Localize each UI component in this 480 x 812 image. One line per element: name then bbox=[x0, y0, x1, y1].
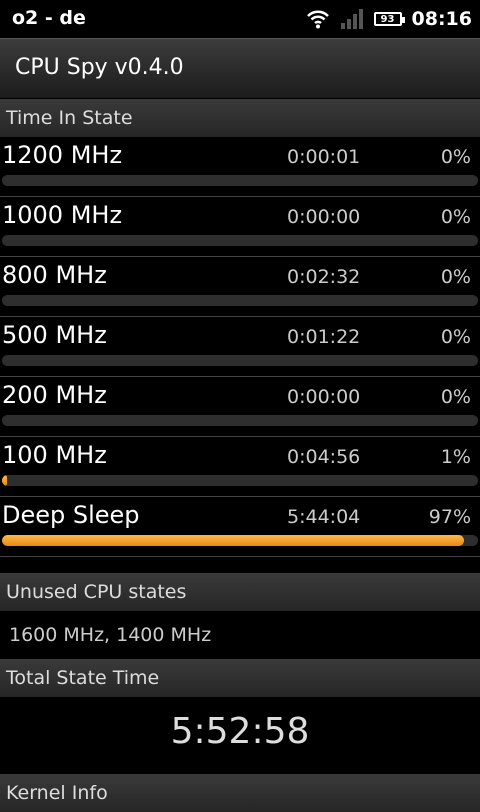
state-frequency: 200 MHz bbox=[2, 381, 107, 409]
unused-states-header: Unused CPU states bbox=[0, 573, 480, 611]
state-time: 0:02:32 bbox=[287, 266, 361, 288]
unused-states-title: Unused CPU states bbox=[6, 581, 187, 603]
state-row: 100 MHz 0:04:56 1% bbox=[0, 437, 480, 497]
carrier-name: o2 - de bbox=[12, 7, 86, 29]
state-frequency: Deep Sleep bbox=[2, 501, 140, 529]
state-progress-fill bbox=[2, 535, 464, 546]
unused-states-list: 1600 MHz, 1400 MHz bbox=[9, 624, 212, 646]
state-percent: 0% bbox=[440, 206, 471, 228]
state-progress-bar bbox=[2, 475, 478, 486]
state-time: 0:04:56 bbox=[287, 446, 361, 468]
state-time: 0:00:00 bbox=[287, 386, 361, 408]
state-frequency: 1200 MHz bbox=[2, 141, 123, 169]
state-progress-bar bbox=[2, 415, 478, 426]
state-time: 0:00:00 bbox=[287, 206, 361, 228]
state-progress-bar bbox=[2, 295, 478, 306]
total-time-header: Total State Time bbox=[0, 659, 480, 697]
wifi-icon bbox=[306, 10, 329, 29]
time-in-state-title: Time In State bbox=[6, 107, 133, 129]
app-title: CPU Spy v0.4.0 bbox=[15, 55, 184, 80]
state-row: 500 MHz 0:01:22 0% bbox=[0, 317, 480, 377]
state-percent: 0% bbox=[440, 326, 471, 348]
kernel-info-header: Kernel Info bbox=[0, 774, 480, 812]
status-bar: o2 - de 93 08:16 bbox=[0, 0, 480, 38]
clock: 08:16 bbox=[411, 8, 472, 30]
state-progress-bar bbox=[2, 535, 478, 546]
state-percent: 0% bbox=[440, 266, 471, 288]
state-row: Deep Sleep 5:44:04 97% bbox=[0, 497, 480, 557]
state-frequency: 500 MHz bbox=[2, 321, 107, 349]
status-icons: 93 08:16 bbox=[306, 6, 472, 32]
state-time: 0:00:01 bbox=[287, 146, 361, 168]
total-time-value: 5:52:58 bbox=[170, 711, 310, 752]
state-frequency: 800 MHz bbox=[2, 261, 107, 289]
state-percent: 0% bbox=[440, 386, 471, 408]
state-percent: 97% bbox=[428, 506, 471, 528]
state-time: 0:01:22 bbox=[287, 326, 361, 348]
state-progress-bar bbox=[2, 175, 478, 186]
states-list: 1200 MHz 0:00:01 0% 1000 MHz 0:00:00 0% 800 MH… bbox=[0, 137, 480, 557]
state-progress-fill bbox=[2, 475, 7, 486]
signal-icon bbox=[340, 9, 363, 29]
kernel-info-title: Kernel Info bbox=[6, 782, 108, 804]
state-frequency: 100 MHz bbox=[2, 441, 107, 469]
state-row: 800 MHz 0:02:32 0% bbox=[0, 257, 480, 317]
battery-level: 93 bbox=[380, 13, 395, 25]
state-row: 200 MHz 0:00:00 0% bbox=[0, 377, 480, 437]
state-progress-bar bbox=[2, 235, 478, 246]
state-row: 1000 MHz 0:00:00 0% bbox=[0, 197, 480, 257]
state-frequency: 1000 MHz bbox=[2, 201, 123, 229]
state-percent: 0% bbox=[440, 146, 471, 168]
state-percent: 1% bbox=[440, 446, 471, 468]
battery-icon: 93 bbox=[373, 12, 405, 26]
state-progress-bar bbox=[2, 355, 478, 366]
app-title-bar: CPU Spy v0.4.0 bbox=[0, 38, 480, 98]
total-time-title: Total State Time bbox=[6, 667, 160, 689]
time-in-state-header: Time In State bbox=[0, 99, 480, 137]
state-row: 1200 MHz 0:00:01 0% bbox=[0, 137, 480, 197]
state-time: 5:44:04 bbox=[287, 506, 361, 528]
